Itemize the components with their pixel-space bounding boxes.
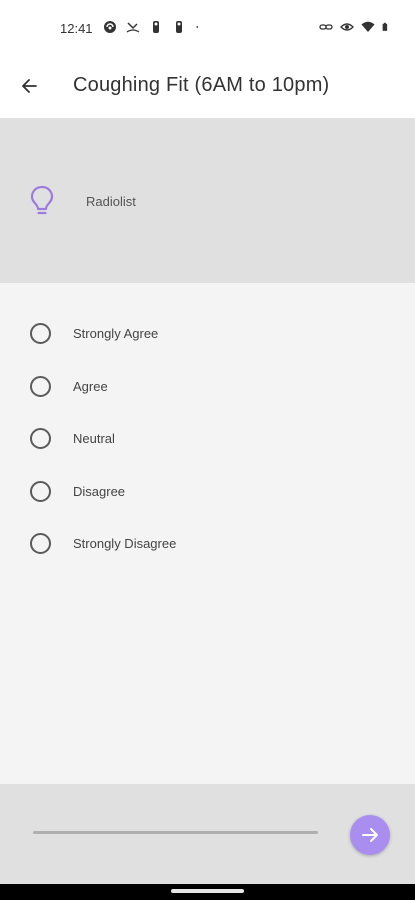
- system-nav-bar: [0, 884, 415, 900]
- home-indicator[interactable]: [171, 889, 244, 893]
- radio-button[interactable]: [30, 532, 51, 554]
- option-disagree[interactable]: Disagree: [0, 469, 415, 513]
- question-type-label: Radiolist: [86, 194, 136, 209]
- radio-button[interactable]: [30, 427, 51, 449]
- options-list: Strongly Agree Agree Neutral Disagree St…: [0, 283, 415, 784]
- page-title: Coughing Fit (6AM to 10pm): [73, 74, 330, 96]
- option-label: Agree: [73, 378, 108, 394]
- radio-button[interactable]: [30, 480, 51, 502]
- progress-bar: [33, 831, 318, 834]
- link-icon: [319, 24, 333, 30]
- option-label: Disagree: [73, 483, 126, 499]
- lightbulb-icon: [30, 185, 54, 215]
- wifi-icon: [361, 21, 375, 32]
- call-missed-icon: [126, 22, 140, 33]
- option-label: Neutral: [73, 430, 115, 446]
- option-label: Strongly Disagree: [73, 535, 177, 551]
- question-header: Radiolist: [0, 118, 415, 283]
- dot-icon: [196, 26, 199, 28]
- option-strongly-disagree[interactable]: Strongly Disagree: [0, 521, 415, 565]
- battery-icon: [382, 22, 388, 31]
- radio-button[interactable]: [30, 375, 51, 397]
- arrow-forward-icon: [362, 828, 378, 842]
- bottom-bar: [0, 784, 415, 884]
- option-neutral[interactable]: Neutral: [0, 416, 415, 460]
- status-notification-icons: [103, 20, 203, 34]
- back-button[interactable]: [14, 71, 44, 101]
- radio-button[interactable]: [30, 322, 51, 344]
- status-time: 12:41: [60, 21, 93, 36]
- status-system-icons: [319, 20, 391, 34]
- eye-icon: [340, 23, 354, 31]
- notification-icon: [176, 21, 182, 33]
- status-bar: 12:41: [0, 0, 415, 58]
- option-agree[interactable]: Agree: [0, 364, 415, 408]
- arrow-back-icon: [22, 79, 37, 93]
- option-strongly-agree[interactable]: Strongly Agree: [0, 311, 415, 355]
- signal-app-icon: [104, 21, 116, 33]
- app-bar: Coughing Fit (6AM to 10pm): [0, 58, 415, 118]
- notification-icon: [153, 21, 159, 33]
- next-button[interactable]: [350, 815, 390, 855]
- option-label: Strongly Agree: [73, 325, 159, 341]
